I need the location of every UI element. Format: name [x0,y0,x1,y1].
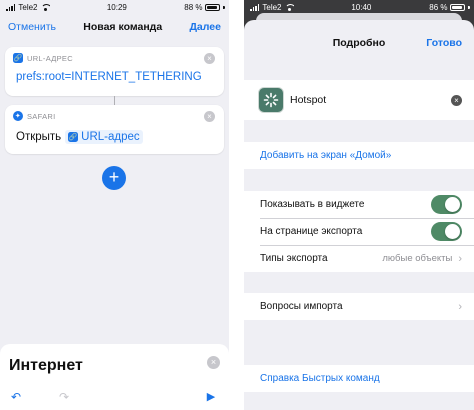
share-sheet-label: На странице экспорта [260,226,363,237]
sheet-nav-bar: Подробно Готово [244,20,474,64]
import-group: Вопросы импорта › [244,293,474,320]
add-to-home-link[interactable]: Добавить на экран «Домой» [260,150,391,161]
page-title: Новая команда [83,21,163,33]
compass-icon: ✦ [13,111,23,121]
show-in-widget-row: Показывать в виджете [244,191,474,218]
open-label: Открыть [16,131,62,143]
token-label: URL-адрес [81,131,140,143]
carrier-label: Tele2 [18,2,38,12]
share-types-row[interactable]: Типы экспорта любые объекты › [244,245,474,272]
chevron-right-icon: › [458,252,462,265]
action-connector [114,96,115,105]
import-questions-row[interactable]: Вопросы импорта › [244,293,474,320]
search-input[interactable]: Интернет [9,357,83,375]
url-variable-token[interactable]: 🔗 URL-адрес [65,130,143,144]
signal-icon [6,3,16,11]
clock: 10:29 [106,2,127,12]
battery-icon [450,3,466,11]
show-in-widget-toggle[interactable] [431,195,462,214]
import-questions-label: Вопросы импорта [260,301,343,312]
url-action-card[interactable]: 🔗 URL-АДРЕС × prefs:root=INTERNET_TETHER… [5,47,224,96]
right-screen: Tele2 10:40 86 % Подробно Готово Hotspot… [244,0,474,410]
status-bar: Tele2 10:29 88 % [0,0,229,14]
chevron-right-icon: › [458,300,462,313]
share-types-value: любые объекты [382,253,453,264]
clear-name-button[interactable]: × [451,94,462,106]
remove-action-button[interactable]: × [204,111,215,122]
clock: 10:40 [351,2,372,12]
search-panel: Интернет × ↶ ↷ ▶ [0,344,229,410]
battery-icon [205,3,221,11]
status-bar: Tele2 10:40 86 % [244,0,474,14]
settings-group: Показывать в виджете На странице экспорт… [244,191,474,272]
action-header: SAFARI [27,111,56,121]
clear-search-button[interactable]: × [207,356,220,369]
show-in-widget-label: Показывать в виджете [260,199,365,210]
battery-percent: 88 % [184,2,203,12]
link-icon: 🔗 [13,53,23,63]
add-action-button[interactable]: + [102,166,126,190]
next-button[interactable]: Далее [189,21,221,33]
add-home-group: Добавить на экран «Домой» [244,142,474,169]
left-screen: Tele2 10:29 88 % Отменить Новая команда … [0,0,229,410]
cancel-button[interactable]: Отменить [8,21,56,33]
url-field[interactable]: prefs:root=INTERNET_TETHERING [5,63,224,83]
share-sheet-toggle[interactable] [431,222,462,241]
signal-icon [250,3,260,11]
wifi-icon [40,3,50,11]
undo-icon[interactable]: ↶ [9,390,23,404]
battery-group: 88 % [184,3,225,12]
add-to-home-row[interactable]: Добавить на экран «Домой» [244,142,474,169]
name-group: Hotspot × [244,80,474,120]
done-button[interactable]: Готово [426,37,462,49]
safari-action-card[interactable]: ✦ SAFARI × Открыть 🔗 URL-адрес [5,105,224,154]
share-types-label: Типы экспорта [260,253,328,264]
signal-group: Tele2 [6,3,50,12]
hotspot-icon[interactable] [258,87,284,113]
nav-bar: Отменить Новая команда Далее [0,14,229,40]
details-sheet: Подробно Готово Hotspot × Добавить на эк… [244,20,474,410]
action-header: URL-АДРЕС [27,53,73,63]
carrier-label: Tele2 [262,2,282,12]
shortcut-name-field[interactable]: Hotspot [290,94,326,106]
remove-action-button[interactable]: × [204,53,215,64]
battery-percent: 86 % [429,2,448,12]
help-group: Справка Быстрых команд [244,365,474,392]
link-icon: 🔗 [68,132,79,142]
help-link[interactable]: Справка Быстрых команд [260,373,380,384]
share-sheet-row: На странице экспорта [244,218,474,245]
help-row[interactable]: Справка Быстрых команд [244,365,474,392]
play-icon[interactable]: ▶ [204,390,218,404]
wifi-icon [284,3,294,11]
redo-icon[interactable]: ↷ [57,390,71,404]
shortcut-name-row[interactable]: Hotspot × [244,80,474,120]
